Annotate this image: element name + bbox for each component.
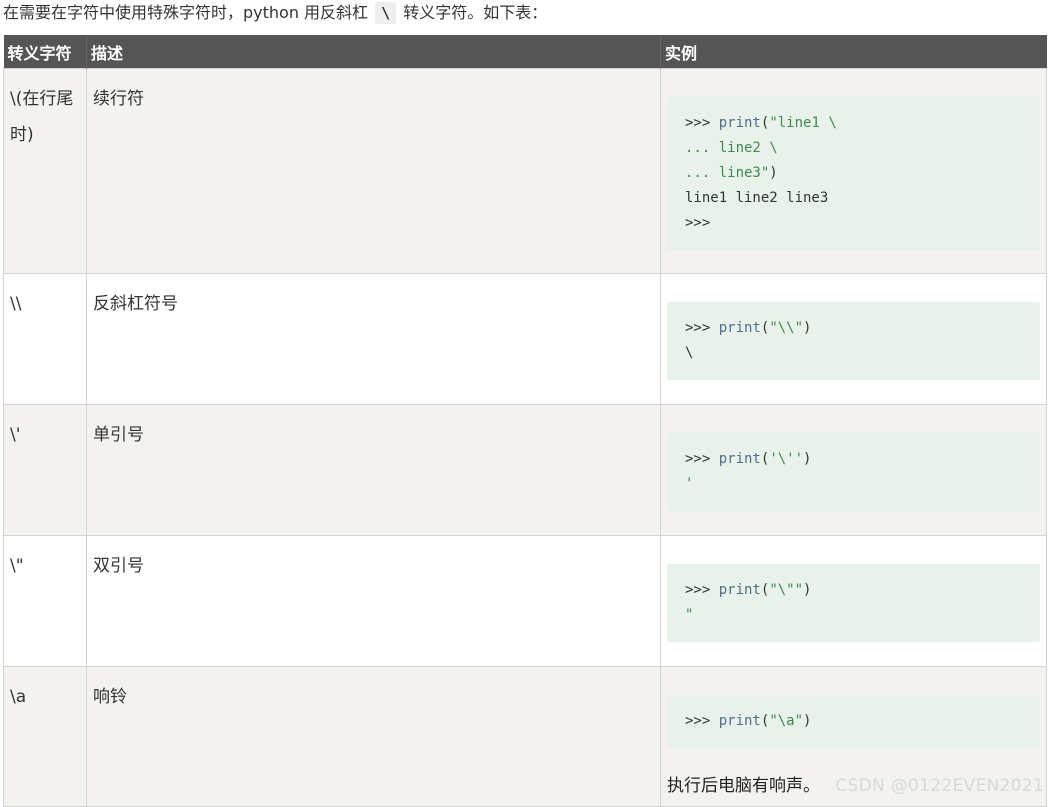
code-token: \ bbox=[685, 345, 694, 361]
code-block: >>> print("line1 \... line2 \... line3")… bbox=[667, 97, 1040, 250]
code-token: >>> bbox=[685, 582, 719, 598]
code-block: >>> print("\\") \ bbox=[667, 302, 1040, 380]
table-row: \" 双引号 >>> print("\"") " bbox=[3, 535, 1047, 667]
intro-text-before: 在需要在字符中使用特殊字符时，python 用反斜杠 bbox=[3, 3, 369, 22]
code-token: >>> bbox=[685, 115, 719, 131]
code-token: "\a" bbox=[769, 713, 804, 729]
intro-text-after: 转义字符。如下表： bbox=[403, 3, 548, 22]
code-line: ... line2 \ bbox=[685, 136, 1022, 161]
code-token: print bbox=[718, 582, 761, 598]
code-line: line1 line2 line3 bbox=[685, 186, 1022, 211]
header-escape-char: 转义字符 bbox=[3, 35, 87, 69]
code-token: >>> bbox=[685, 451, 719, 467]
inline-code-backslash: \ bbox=[375, 2, 397, 24]
code-token: '\'' bbox=[769, 451, 804, 467]
code-token: line3" bbox=[718, 165, 770, 181]
code-token: ... bbox=[685, 140, 719, 156]
code-token: ) bbox=[803, 582, 812, 598]
code-token: >>> bbox=[685, 320, 719, 336]
intro-text: 在需要在字符中使用特殊字符时，python 用反斜杠 \ 转义字符。如下表： bbox=[3, 0, 547, 30]
code-token: ) bbox=[803, 320, 812, 336]
example-cell: >>> print("\\") \ bbox=[660, 273, 1047, 405]
example-cell: >>> print('\'') ' bbox=[660, 404, 1047, 536]
code-token: ) bbox=[803, 451, 812, 467]
code-token: print bbox=[718, 713, 761, 729]
code-line: >>> bbox=[685, 211, 1022, 236]
escape-cell: \' bbox=[3, 404, 87, 536]
example-cell: >>> print("line1 \... line2 \... line3")… bbox=[660, 68, 1047, 274]
description-cell: 单引号 bbox=[86, 404, 661, 536]
description-cell: 续行符 bbox=[86, 68, 661, 274]
escape-characters-table: 转义字符 描述 实例 \(在行尾时) 续行符 >>> print("line1 … bbox=[3, 35, 1047, 807]
code-block: >>> print("\a") bbox=[667, 695, 1040, 748]
code-token: ) bbox=[769, 165, 778, 181]
code-line: >>> print("\a") bbox=[685, 709, 1022, 734]
code-token: print bbox=[718, 115, 761, 131]
code-token: "line1 \ bbox=[769, 115, 837, 131]
code-token: line2 \ bbox=[718, 140, 778, 156]
code-line: \ bbox=[685, 341, 1022, 366]
code-token: "\"" bbox=[769, 582, 804, 598]
code-token: "\\" bbox=[769, 320, 804, 336]
example-cell: >>> print("\"") " bbox=[660, 535, 1047, 667]
table-header-row: 转义字符 描述 实例 bbox=[3, 35, 1047, 69]
code-line: ... line3") bbox=[685, 161, 1022, 186]
header-example: 实例 bbox=[660, 35, 1047, 69]
description-cell: 双引号 bbox=[86, 535, 661, 667]
code-line: >>> print("line1 \ bbox=[685, 111, 1022, 136]
code-token: ' bbox=[685, 476, 694, 492]
escape-cell: \\ bbox=[3, 273, 87, 405]
description-cell: 响铃 bbox=[86, 666, 661, 807]
csdn-watermark: CSDN @0122EVEN2021 bbox=[835, 776, 1044, 796]
code-line: ' bbox=[685, 472, 1022, 497]
code-token: print bbox=[718, 320, 761, 336]
escape-cell: \" bbox=[3, 535, 87, 667]
code-line: " bbox=[685, 603, 1022, 628]
table-row: \\ 反斜杠符号 >>> print("\\") \ bbox=[3, 273, 1047, 405]
code-line: >>> print("\"") bbox=[685, 578, 1022, 603]
escape-cell: \a bbox=[3, 666, 87, 807]
header-description: 描述 bbox=[86, 35, 661, 69]
code-token: " bbox=[685, 607, 694, 623]
code-line: >>> print('\'') bbox=[685, 447, 1022, 472]
escape-cell: \(在行尾时) bbox=[3, 68, 87, 274]
table-row: \(在行尾时) 续行符 >>> print("line1 \... line2 … bbox=[3, 68, 1047, 274]
table-row: \' 单引号 >>> print('\'') ' bbox=[3, 404, 1047, 536]
code-block: >>> print('\'') ' bbox=[667, 433, 1040, 511]
code-token: ) bbox=[803, 713, 812, 729]
code-line: >>> print("\\") bbox=[685, 316, 1022, 341]
code-block: >>> print("\"") " bbox=[667, 564, 1040, 642]
code-token: >>> bbox=[685, 215, 711, 231]
code-token: >>> bbox=[685, 713, 719, 729]
code-token: ... bbox=[685, 165, 719, 181]
code-token: line1 line2 line3 bbox=[685, 190, 829, 206]
code-token: print bbox=[718, 451, 761, 467]
description-cell: 反斜杠符号 bbox=[86, 273, 661, 405]
